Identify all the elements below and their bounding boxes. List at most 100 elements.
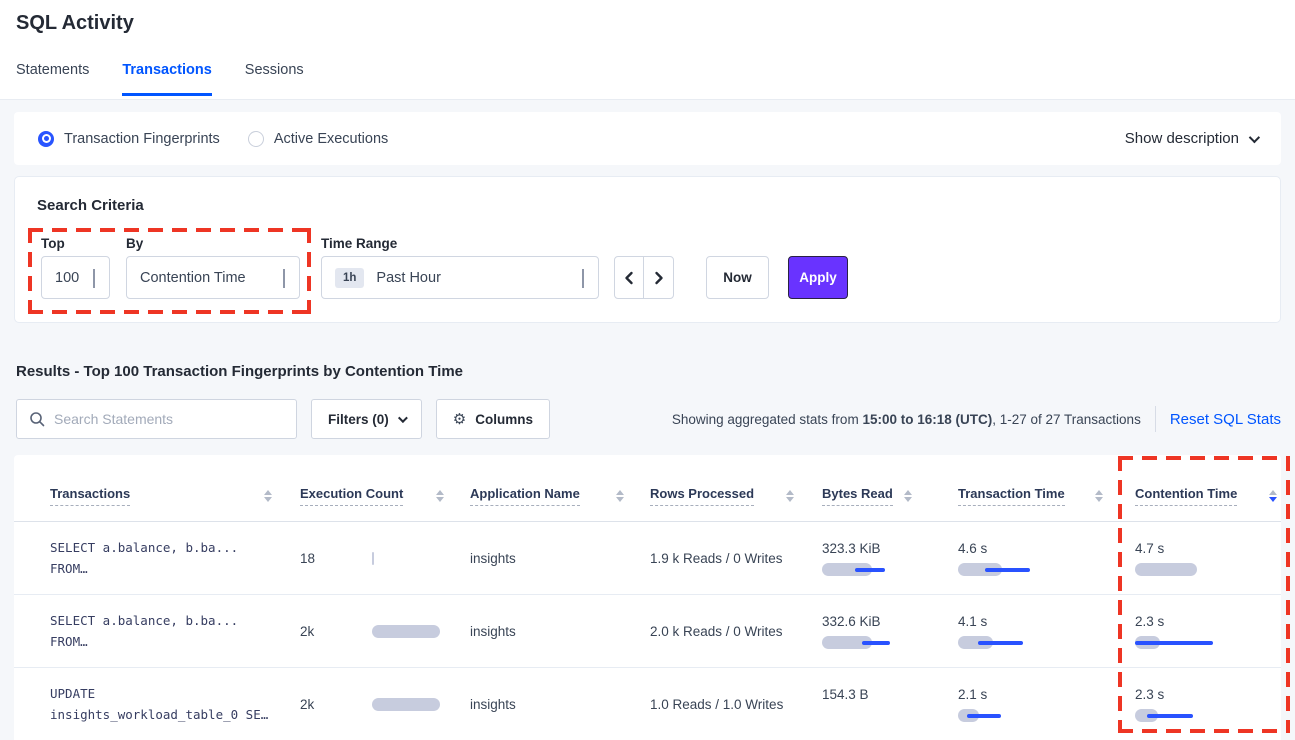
by-select[interactable]: Contention Time xyxy=(126,256,300,299)
bytes-read-cell: 332.6 KiB xyxy=(822,614,958,649)
table-header-row: Transactions Execution Count Application… xyxy=(14,455,1281,522)
column-header-transactions[interactable]: Transactions xyxy=(50,486,300,506)
application-name-cell: insights xyxy=(470,551,650,566)
stats-time-range: 15:00 to 16:18 (UTC) xyxy=(862,412,992,427)
radio-label: Transaction Fingerprints xyxy=(64,131,220,147)
rows-processed-cell: 1.9 k Reads / 0 Writes xyxy=(650,551,822,566)
application-name-cell: insights xyxy=(470,624,650,639)
execution-count-cell: 18 xyxy=(300,551,470,566)
transaction-fingerprint-link[interactable]: SELECT a.balance, b.ba...FROM… xyxy=(50,537,300,579)
toolbar-divider xyxy=(1155,406,1156,432)
application-name-cell: insights xyxy=(470,697,650,712)
transaction-time-cell: 4.6 s xyxy=(958,541,1135,576)
now-button[interactable]: Now xyxy=(706,256,769,299)
column-header-bytes-read[interactable]: Bytes Read xyxy=(822,486,958,506)
top-label: Top xyxy=(41,236,65,251)
radio-selected-icon xyxy=(38,131,54,147)
sort-icon[interactable] xyxy=(436,490,444,502)
results-heading: Results - Top 100 Transaction Fingerprin… xyxy=(16,363,463,380)
gear-icon: ⚙ xyxy=(453,410,466,428)
show-description-label: Show description xyxy=(1125,130,1239,147)
column-header-application-name[interactable]: Application Name xyxy=(470,486,650,506)
filters-button[interactable]: Filters (0) xyxy=(311,399,422,439)
execution-count-cell: 2k xyxy=(300,697,470,712)
contention-time-cell: 2.3 s xyxy=(1135,687,1281,722)
chevron-down-icon xyxy=(93,269,109,287)
transactions-table: Transactions Execution Count Application… xyxy=(14,455,1281,740)
column-header-rows-processed[interactable]: Rows Processed xyxy=(650,486,822,506)
bytes-read-cell: 323.3 KiB xyxy=(822,541,958,576)
transaction-time-bar xyxy=(958,563,1038,576)
columns-label: Columns xyxy=(475,412,533,427)
time-range-value: Past Hour xyxy=(376,270,440,286)
show-description-toggle[interactable]: Show description xyxy=(1125,130,1257,147)
top-select-value: 100 xyxy=(55,270,79,286)
bytes-read-cell: 154.3 B xyxy=(822,687,958,722)
column-header-contention-time[interactable]: Contention Time xyxy=(1135,486,1281,506)
previous-window-button[interactable] xyxy=(615,257,644,298)
sql-activity-page: SQL Activity Statements Transactions Ses… xyxy=(0,0,1295,740)
tab-bar: Statements Transactions Sessions xyxy=(16,62,304,96)
by-label: By xyxy=(126,236,143,251)
search-criteria-heading: Search Criteria xyxy=(37,197,144,214)
sort-icon[interactable] xyxy=(904,490,912,502)
execution-count-bar xyxy=(372,625,440,638)
tab-statements[interactable]: Statements xyxy=(16,62,89,96)
chevron-down-icon xyxy=(398,413,408,423)
search-icon xyxy=(29,411,45,427)
filters-label: Filters (0) xyxy=(328,412,389,427)
time-range-select[interactable]: 1h Past Hour xyxy=(321,256,599,299)
radio-label: Active Executions xyxy=(274,131,388,147)
column-header-execution-count[interactable]: Execution Count xyxy=(300,486,470,506)
transaction-fingerprint-link[interactable]: SELECT a.balance, b.ba...FROM… xyxy=(50,610,300,652)
results-toolbar: Filters (0) ⚙ Columns Showing aggregated… xyxy=(16,398,1281,440)
search-input[interactable] xyxy=(54,411,284,427)
reset-sql-stats-link[interactable]: Reset SQL Stats xyxy=(1170,411,1281,428)
contention-time-bar xyxy=(1135,636,1215,649)
tab-transactions[interactable]: Transactions xyxy=(122,62,211,96)
contention-time-cell: 4.7 s xyxy=(1135,541,1281,576)
sort-icon[interactable] xyxy=(264,490,272,502)
columns-button[interactable]: ⚙ Columns xyxy=(436,399,550,439)
chevron-down-icon xyxy=(283,269,299,287)
transaction-fingerprint-link[interactable]: UPDATEinsights_workload_table_0 SE… xyxy=(50,683,300,725)
time-window-pager xyxy=(614,256,674,299)
transaction-time-cell: 2.1 s xyxy=(958,687,1135,722)
contention-time-bar xyxy=(1135,709,1215,722)
column-header-transaction-time[interactable]: Transaction Time xyxy=(958,486,1135,506)
sort-icon[interactable] xyxy=(786,490,794,502)
page-title: SQL Activity xyxy=(16,12,134,35)
bytes-read-bar xyxy=(822,636,902,649)
table-row[interactable]: SELECT a.balance, b.ba...FROM… 18 insigh… xyxy=(14,522,1281,595)
radio-transaction-fingerprints[interactable]: Transaction Fingerprints xyxy=(38,131,220,147)
time-range-label: Time Range xyxy=(321,236,397,251)
radio-unselected-icon xyxy=(248,131,264,147)
apply-button[interactable]: Apply xyxy=(788,256,848,299)
view-mode-card: Transaction Fingerprints Active Executio… xyxy=(14,112,1281,165)
time-range-badge: 1h xyxy=(335,268,364,288)
sort-icon[interactable] xyxy=(1269,490,1277,502)
caret-left-icon xyxy=(623,271,635,285)
rows-processed-cell: 1.0 Reads / 1.0 Writes xyxy=(650,697,822,712)
contention-time-bar xyxy=(1135,563,1215,576)
transaction-time-cell: 4.1 s xyxy=(958,614,1135,649)
transaction-time-bar xyxy=(958,709,1038,722)
table-row[interactable]: SELECT a.balance, b.ba...FROM… 2k insigh… xyxy=(14,595,1281,668)
by-select-value: Contention Time xyxy=(140,270,246,286)
execution-count-bar xyxy=(372,552,440,565)
sort-icon[interactable] xyxy=(616,490,624,502)
contention-time-cell: 2.3 s xyxy=(1135,614,1281,649)
execution-count-cell: 2k xyxy=(300,624,470,639)
chevron-down-icon xyxy=(582,269,598,287)
chevron-down-icon xyxy=(1249,131,1260,142)
top-select[interactable]: 100 xyxy=(41,256,110,299)
sort-icon[interactable] xyxy=(1095,490,1103,502)
radio-active-executions[interactable]: Active Executions xyxy=(248,131,388,147)
search-box xyxy=(16,399,297,439)
caret-right-icon xyxy=(653,271,665,285)
bytes-read-bar xyxy=(822,563,902,576)
stats-summary: Showing aggregated stats from 15:00 to 1… xyxy=(672,412,1141,427)
table-row[interactable]: UPDATEinsights_workload_table_0 SE… 2k i… xyxy=(14,668,1281,740)
tab-sessions[interactable]: Sessions xyxy=(245,62,304,96)
next-window-button[interactable] xyxy=(644,257,673,298)
